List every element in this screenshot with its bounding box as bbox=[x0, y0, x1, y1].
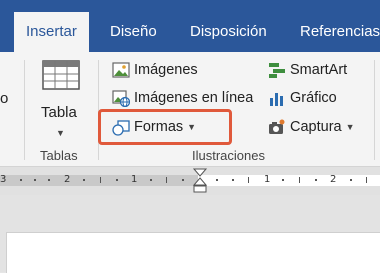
ruler-number: 1 bbox=[264, 174, 271, 185]
screenshot-label: Captura bbox=[290, 119, 342, 135]
horizontal-ruler: 3 2 1 1 2 bbox=[0, 167, 380, 195]
ruler-dot bbox=[182, 179, 184, 181]
online-images-label: Imágenes en línea bbox=[134, 90, 254, 106]
tab-referencias[interactable]: Referencias bbox=[300, 12, 380, 52]
chevron-down-icon: ▼ bbox=[345, 122, 355, 132]
tab-diseno[interactable]: Diseño bbox=[110, 12, 157, 52]
ruler-tick bbox=[248, 177, 249, 183]
ruler-dot bbox=[34, 179, 36, 181]
ruler-number: 1 bbox=[131, 174, 138, 185]
ruler-dot bbox=[350, 179, 352, 181]
table-label: Tabla bbox=[41, 104, 77, 121]
ruler-text-area bbox=[198, 175, 380, 186]
chevron-down-icon: ▼ bbox=[56, 128, 65, 138]
ruler-number: 2 bbox=[64, 174, 71, 185]
indent-marker[interactable] bbox=[193, 168, 207, 194]
document-page[interactable] bbox=[6, 232, 380, 273]
images-label: Imágenes bbox=[134, 62, 198, 78]
tab-disposicion[interactable]: Disposición bbox=[190, 12, 267, 52]
ribbon: o Tabla ▼ Tablas Imágenes Imágenes en lí… bbox=[0, 52, 380, 167]
ruler-tick bbox=[100, 177, 101, 183]
ruler-tick bbox=[366, 177, 367, 183]
image-icon bbox=[112, 61, 130, 79]
ruler-number: 2 bbox=[330, 174, 337, 185]
online-images-button[interactable]: Imágenes en línea bbox=[112, 85, 253, 111]
group-label-tablas: Tablas bbox=[40, 148, 78, 163]
ruler-dot bbox=[216, 179, 218, 181]
ruler-dot bbox=[116, 179, 118, 181]
table-icon bbox=[42, 60, 80, 90]
ruler-dot bbox=[83, 179, 85, 181]
ruler-tick bbox=[299, 177, 300, 183]
ruler-dot bbox=[232, 179, 234, 181]
chart-label: Gráfico bbox=[290, 90, 337, 106]
smartart-label: SmartArt bbox=[290, 62, 348, 78]
highlight-annotation bbox=[98, 109, 232, 145]
ruler-dot bbox=[150, 179, 152, 181]
ruler-dot bbox=[20, 179, 22, 181]
images-button[interactable]: Imágenes bbox=[112, 57, 198, 83]
chart-button[interactable]: Gráfico bbox=[268, 85, 337, 111]
ruler-dot bbox=[48, 179, 50, 181]
group-separator bbox=[24, 60, 25, 160]
camera-icon bbox=[268, 118, 286, 136]
bar-chart-icon bbox=[268, 89, 286, 107]
ruler-dot bbox=[315, 179, 317, 181]
ruler-dot bbox=[282, 179, 284, 181]
group-separator bbox=[374, 60, 375, 160]
ruler-margin-area bbox=[0, 175, 198, 186]
table-button[interactable]: Tabla ▼ bbox=[38, 60, 88, 140]
smartart-button[interactable]: SmartArt bbox=[268, 57, 347, 83]
ruler-tick bbox=[166, 177, 167, 183]
screenshot-button[interactable]: Captura ▼ bbox=[268, 114, 355, 140]
tab-insertar[interactable]: Insertar bbox=[14, 12, 89, 52]
ribbon-tab-bar: Insertar Diseño Disposición Referencias bbox=[0, 0, 380, 52]
ruler-number: 3 bbox=[0, 174, 7, 185]
cut-off-label: o bbox=[0, 90, 9, 107]
online-image-icon bbox=[112, 89, 131, 108]
smartart-icon bbox=[268, 61, 286, 79]
group-label-ilustraciones: Ilustraciones bbox=[192, 148, 265, 163]
